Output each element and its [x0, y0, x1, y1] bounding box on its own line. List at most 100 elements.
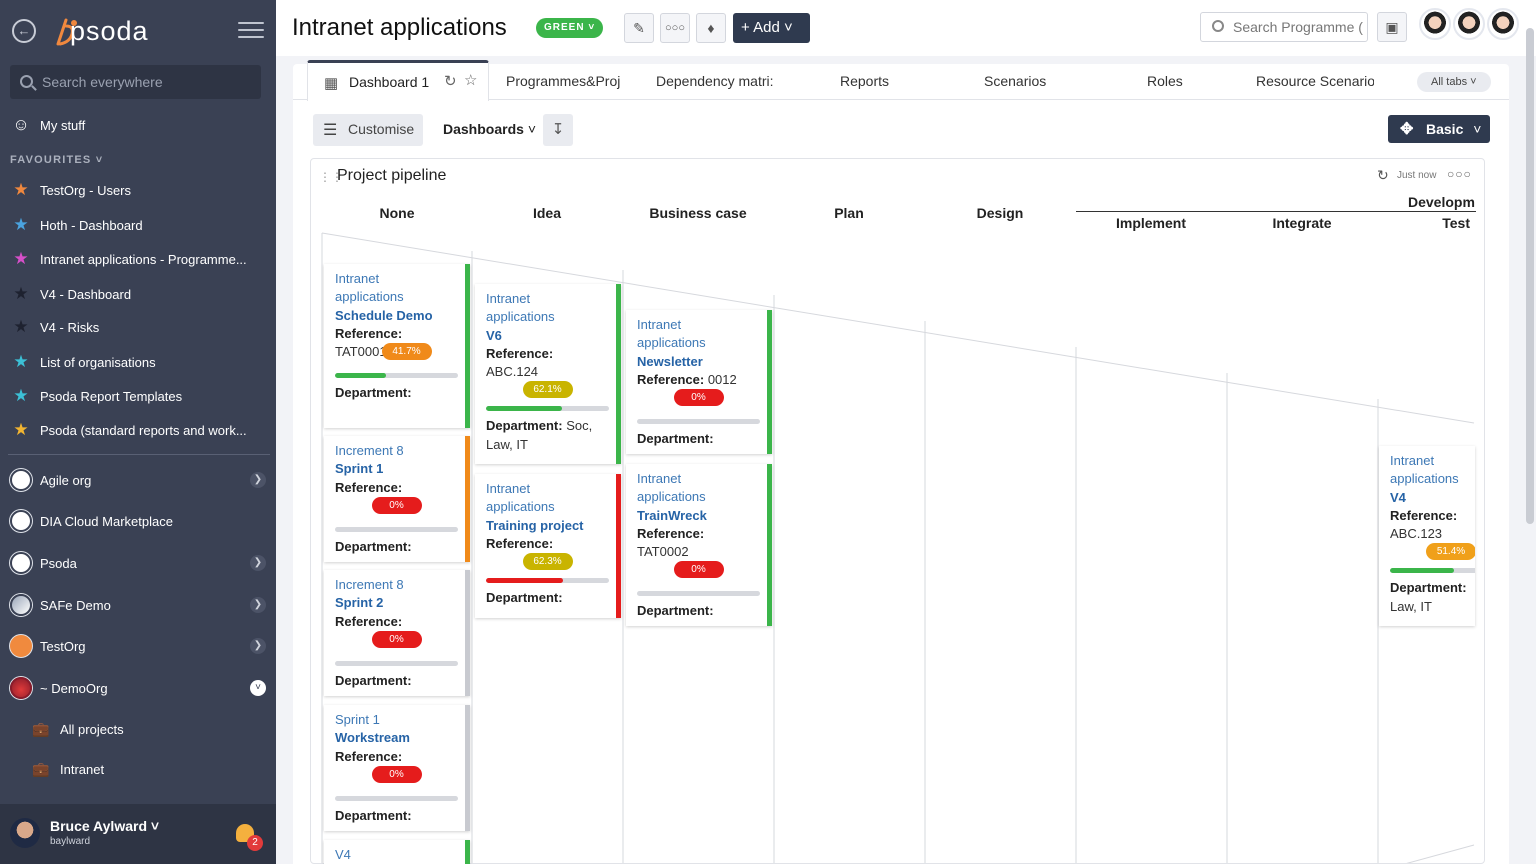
progress-pill: 0%: [673, 389, 724, 407]
sidebar-org-item[interactable]: SAFe Demo ❯: [0, 590, 276, 620]
view-mode-dropdown[interactable]: ✥ Basic ˅: [1388, 115, 1490, 143]
card-parent-line[interactable]: Intranet: [335, 270, 458, 288]
project-card[interactable]: Intranet applications V4 Reference: ABC.…: [1379, 446, 1475, 626]
card-project-name[interactable]: V4: [1390, 489, 1475, 507]
project-card[interactable]: Intranet applications TrainWreck Referen…: [626, 464, 772, 626]
card-parent-line[interactable]: applications: [637, 488, 760, 506]
card-project-name[interactable]: Newsletter: [637, 353, 760, 371]
tab-dashboard-1[interactable]: ▦ Dashboard 1 ↻ ☆: [307, 60, 489, 101]
scrollbar[interactable]: [1526, 28, 1534, 524]
card-parent-line[interactable]: applications: [486, 308, 609, 326]
sidebar-sub-item[interactable]: 💼 All projects: [0, 714, 276, 744]
project-card[interactable]: Intranet applications Newsletter Referen…: [626, 310, 772, 454]
card-project-name[interactable]: Sprint 2: [335, 594, 458, 612]
card-parent-line[interactable]: applications: [335, 288, 458, 306]
project-card[interactable]: Increment 8 Sprint 2 Reference: 0% Depar…: [324, 570, 470, 696]
all-tabs-dropdown[interactable]: All tabs ˅: [1417, 72, 1491, 92]
refresh-icon[interactable]: ↻: [444, 72, 457, 90]
sidebar-sub-item[interactable]: 💼 Intranet: [0, 754, 276, 784]
card-parent-line[interactable]: Increment 8: [335, 576, 458, 594]
card-project-name[interactable]: Schedule Demo: [335, 307, 458, 325]
card-parent-line[interactable]: Intranet: [486, 480, 609, 498]
card-project-name[interactable]: Sprint 1: [335, 460, 458, 478]
customise-button[interactable]: ☰ Customise: [313, 114, 423, 146]
plus-icon: +: [741, 19, 750, 36]
card-ref-value: ABC.123: [1390, 526, 1443, 542]
dashboards-dropdown[interactable]: Dashboards ˅: [443, 121, 536, 137]
chevron-right-icon[interactable]: ❯: [250, 638, 266, 654]
star-outline-icon[interactable]: ☆: [464, 71, 477, 89]
status-badge[interactable]: GREEN ˅: [536, 18, 604, 38]
sidebar-item-my-stuff[interactable]: ☺ My stuff: [0, 110, 276, 140]
programme-search-input[interactable]: Search Programme (: [1200, 12, 1368, 42]
project-card[interactable]: Increment 8 Sprint 1 Reference: 0% Depar…: [324, 436, 470, 562]
favourite-item[interactable]: ★ List of organisations: [0, 347, 276, 377]
card-parent-line[interactable]: applications: [486, 498, 609, 516]
chevron-right-icon[interactable]: ❯: [250, 597, 266, 613]
sidebar-org-item[interactable]: ~ DemoOrg ˅: [0, 673, 276, 703]
card-parent-line[interactable]: Intranet: [637, 470, 760, 488]
chevron-right-icon[interactable]: ❯: [250, 472, 266, 488]
sliders-icon: ☰: [323, 122, 338, 139]
download-icon[interactable]: ↧: [543, 114, 573, 146]
card-parent-line[interactable]: Intranet: [637, 316, 760, 334]
card-project-name[interactable]: TrainWreck: [637, 507, 760, 525]
back-arrow-icon[interactable]: ←: [12, 19, 36, 43]
sidebar-search-input[interactable]: Search everywhere: [10, 65, 261, 99]
user-name[interactable]: Bruce Aylward ˅: [50, 818, 159, 834]
card-parent-line[interactable]: Sprint 1: [335, 711, 458, 729]
status-strip: [465, 570, 470, 696]
card-parent-line[interactable]: Intranet: [1390, 452, 1475, 470]
project-card[interactable]: V4: [324, 840, 470, 864]
sidebar-org-item[interactable]: Psoda ❯: [0, 548, 276, 578]
avatar[interactable]: [1487, 8, 1519, 40]
card-project-name[interactable]: V6: [486, 327, 609, 345]
tab-roles[interactable]: Roles: [1147, 73, 1183, 89]
favourite-item[interactable]: ★ V4 - Risks: [0, 312, 276, 342]
chevron-right-icon[interactable]: ❯: [250, 555, 266, 571]
project-card[interactable]: Sprint 1 Workstream Reference: 0% Depart…: [324, 705, 470, 831]
card-parent-line[interactable]: applications: [637, 334, 760, 352]
card-parent-line[interactable]: V4: [335, 846, 458, 864]
project-card[interactable]: Intranet applications Training project R…: [475, 474, 621, 618]
avatar[interactable]: [1453, 8, 1485, 40]
add-button[interactable]: + Add ˅: [733, 13, 810, 43]
favourite-item[interactable]: ★ TestOrg - Users: [0, 175, 276, 205]
star-icon: ★: [13, 249, 29, 268]
favourite-item[interactable]: ★ V4 - Dashboard: [0, 279, 276, 309]
favourite-item[interactable]: ★ Psoda (standard reports and work...: [0, 415, 276, 445]
card-parent-line[interactable]: Increment 8: [335, 442, 458, 460]
sidebar-org-item[interactable]: Agile org ❯: [0, 465, 276, 495]
sidebar-search-placeholder: Search everywhere: [42, 74, 163, 90]
tab-programmes[interactable]: Programmes&Proj: [506, 73, 624, 89]
favourite-item[interactable]: ★ Intranet applications - Programme...: [0, 244, 276, 274]
card-ref-value: 0012: [707, 371, 737, 387]
tab-dependency-matrix[interactable]: Dependency matri:: [656, 73, 774, 89]
more-options-icon[interactable]: ○○○: [660, 13, 690, 43]
tab-reports[interactable]: Reports: [840, 73, 889, 89]
card-parent-line[interactable]: applications: [1390, 470, 1475, 488]
avatar[interactable]: [10, 818, 40, 848]
project-card[interactable]: Intranet applications Schedule Demo Refe…: [324, 264, 470, 428]
favourites-heading[interactable]: FAVOURITES ˅: [10, 154, 103, 166]
switch-view-icon[interactable]: ▣: [1377, 12, 1407, 42]
tab-scenarios[interactable]: Scenarios: [984, 73, 1046, 89]
chevron-down-icon[interactable]: ˅: [250, 680, 266, 696]
sidebar: ← psoda Search everywhere ☺ My stuff FAV…: [0, 0, 276, 864]
card-parent-line[interactable]: Intranet: [486, 290, 609, 308]
favourite-item[interactable]: ★ Psoda Report Templates: [0, 381, 276, 411]
card-project-name[interactable]: Training project: [486, 517, 609, 535]
edit-pencil-icon[interactable]: ✎: [624, 13, 654, 43]
sidebar-org-item[interactable]: TestOrg ❯: [0, 631, 276, 661]
favourite-item[interactable]: ★ Hoth - Dashboard: [0, 210, 276, 240]
collapse-menu-icon[interactable]: [238, 22, 264, 40]
tag-icon[interactable]: ♦: [696, 13, 726, 43]
sidebar-org-item[interactable]: DIA Cloud Marketplace: [0, 506, 276, 536]
progress-pill: 62.3%: [522, 553, 573, 571]
tab-resource-scenarios[interactable]: Resource Scenario:: [1256, 73, 1374, 89]
card-project-name[interactable]: Workstream: [335, 729, 458, 747]
user-bar[interactable]: Bruce Aylward ˅ baylward 2: [0, 804, 276, 864]
project-card[interactable]: Intranet applications V6 Reference: ABC.…: [475, 284, 621, 464]
avatar[interactable]: [1419, 8, 1451, 40]
progress-bar: [637, 591, 760, 597]
